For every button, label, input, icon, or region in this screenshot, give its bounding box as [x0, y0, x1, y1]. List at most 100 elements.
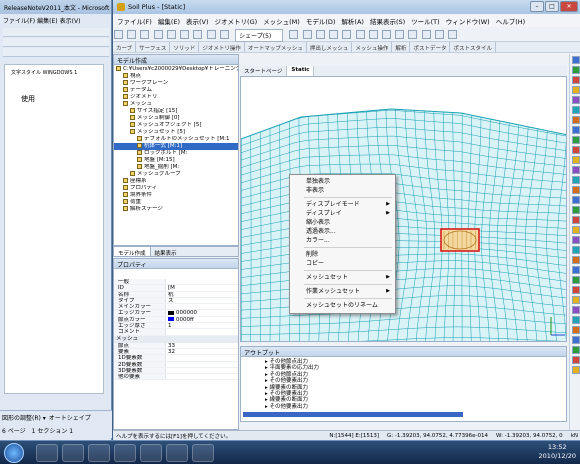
- context-menu-item[interactable]: メッシュセットのリネーム: [290, 301, 395, 310]
- tree-node[interactable]: メッシュ: [114, 101, 238, 108]
- tool-icon[interactable]: [572, 86, 580, 94]
- tool-icon[interactable]: [572, 76, 580, 84]
- tool-icon[interactable]: [572, 56, 580, 64]
- context-menu-item[interactable]: 非表示: [290, 186, 395, 195]
- tree-node[interactable]: データム: [114, 87, 238, 94]
- taskbar-ie-icon[interactable]: [62, 444, 84, 462]
- menu-item[interactable]: ヘルプ(H): [496, 16, 525, 26]
- tool-icon[interactable]: [572, 356, 580, 364]
- tool-icon[interactable]: [572, 216, 580, 224]
- context-menu-item[interactable]: ディスプレイ ▶: [290, 209, 395, 218]
- start-button[interactable]: [4, 443, 24, 463]
- view-iso-icon[interactable]: [315, 30, 325, 39]
- node-icon[interactable]: [408, 30, 418, 39]
- tool-icon[interactable]: [572, 166, 580, 174]
- zoom-icon[interactable]: [193, 30, 203, 39]
- taskbar-app-icon[interactable]: [114, 444, 136, 462]
- tree-node[interactable]: メッシュオブジェクト [5]: [114, 122, 238, 129]
- save-icon[interactable]: [140, 30, 150, 39]
- tab-model-create[interactable]: モデル作成: [114, 247, 151, 257]
- property-value[interactable]: [166, 362, 238, 367]
- tool-icon[interactable]: [572, 266, 580, 274]
- tool-icon[interactable]: [572, 346, 580, 354]
- property-value[interactable]: 1: [166, 323, 238, 328]
- tool-icon[interactable]: [572, 326, 580, 334]
- tool-icon[interactable]: [572, 296, 580, 304]
- tool-icon[interactable]: [572, 226, 580, 234]
- menu-item[interactable]: ウィンドウ(W): [446, 16, 490, 26]
- word-shape-adjust[interactable]: 図形の調整(R) ▾: [2, 413, 46, 422]
- property-value[interactable]: [166, 279, 238, 284]
- open-file-icon[interactable]: [127, 30, 137, 39]
- word-document[interactable]: 文字スタイル WINGDOWS 1 使用: [4, 64, 104, 394]
- property-value[interactable]: 32: [166, 349, 238, 354]
- status-unit[interactable]: kN: [571, 433, 578, 439]
- word-menu-file[interactable]: ファイル(F): [3, 16, 35, 25]
- menu-item[interactable]: ジオメトリ(G): [215, 16, 258, 26]
- tool-icon[interactable]: [572, 66, 580, 74]
- taskbar-soilplus-icon[interactable]: [88, 444, 110, 462]
- shaded-icon[interactable]: [342, 30, 352, 39]
- tree-node[interactable]: デフォルトのメッシュセット [M:1: [114, 136, 238, 143]
- tree-node[interactable]: ロックボルト [M:: [114, 150, 238, 157]
- tool-icon[interactable]: [572, 106, 580, 114]
- tree-node[interactable]: 荷重: [114, 199, 238, 206]
- view-front-icon[interactable]: [289, 30, 299, 39]
- tool-icon[interactable]: [572, 196, 580, 204]
- tree-node[interactable]: ワークプレーン: [114, 80, 238, 87]
- shape-dropdown[interactable]: シェープ(5): [235, 29, 284, 42]
- context-menu-item[interactable]: コピー: [290, 259, 395, 268]
- context-menu-item[interactable]: 削除: [290, 250, 395, 259]
- word-menu-edit[interactable]: 編集(E): [37, 16, 57, 25]
- property-value[interactable]: ス: [166, 298, 238, 303]
- taskbar-word-icon[interactable]: [140, 444, 162, 462]
- property-value[interactable]: [M: [166, 285, 238, 290]
- menu-item[interactable]: ツール(T): [411, 16, 440, 26]
- pan-icon[interactable]: [206, 30, 216, 39]
- tool-icon[interactable]: [572, 306, 580, 314]
- fit-icon[interactable]: [434, 30, 444, 39]
- ribbon-tab[interactable]: ポストデータ: [410, 42, 451, 52]
- tool-icon[interactable]: [572, 156, 580, 164]
- ribbon-tab[interactable]: 押出しメッシュ: [307, 42, 353, 52]
- context-menu-item[interactable]: 透過表示...: [290, 227, 395, 236]
- context-menu-item[interactable]: カラー...: [290, 236, 395, 245]
- tree-node[interactable]: プロパティ: [114, 185, 238, 192]
- tree-node[interactable]: サイズ指定 [15]: [114, 108, 238, 115]
- menu-item[interactable]: 編集(E): [158, 16, 180, 26]
- context-menu-item[interactable]: 縮小表示: [290, 218, 395, 227]
- word-menu-view[interactable]: 表示(V): [60, 16, 81, 25]
- tool-icon[interactable]: [572, 256, 580, 264]
- word-autoshape[interactable]: オートシェイプ: [49, 413, 91, 422]
- ribbon-tab[interactable]: ジオメトリ操作: [199, 42, 245, 52]
- ribbon-tab[interactable]: 解析: [392, 42, 411, 52]
- tool-icon[interactable]: [572, 176, 580, 184]
- tool-icon[interactable]: [572, 206, 580, 214]
- tool-icon[interactable]: [572, 286, 580, 294]
- property-value[interactable]: [166, 368, 238, 373]
- tree-node[interactable]: 座標系: [114, 178, 238, 185]
- property-value[interactable]: 33: [166, 343, 238, 348]
- redo-icon[interactable]: [166, 30, 176, 39]
- tree-node[interactable]: メッシュ制御 [0]: [114, 115, 238, 122]
- tree-node[interactable]: 解析ステージ: [114, 206, 238, 213]
- tool-icon[interactable]: [572, 236, 580, 244]
- ribbon-tab[interactable]: メッシュ操作: [352, 42, 393, 52]
- context-menu-item[interactable]: 単独表示: [290, 177, 395, 186]
- property-value[interactable]: 000000: [166, 310, 238, 316]
- element-icon[interactable]: [421, 30, 431, 39]
- select-icon[interactable]: [180, 30, 190, 39]
- taskbar-explorer-icon[interactable]: [36, 444, 58, 462]
- menu-item[interactable]: ファイル(F): [117, 16, 152, 26]
- context-menu-item[interactable]: 作業メッシュセット ▶: [290, 287, 395, 296]
- tool-icon[interactable]: [572, 336, 580, 344]
- tool-icon[interactable]: [572, 136, 580, 144]
- view-top-icon[interactable]: [302, 30, 312, 39]
- tree-node[interactable]: 地盤 [M:15]: [114, 157, 238, 164]
- undo-icon[interactable]: [153, 30, 163, 39]
- taskbar-media-icon[interactable]: [192, 444, 214, 462]
- minimize-button[interactable]: –: [530, 1, 544, 12]
- tool-icon[interactable]: [572, 316, 580, 324]
- tab-static[interactable]: Static: [287, 66, 315, 76]
- property-value[interactable]: [166, 304, 238, 309]
